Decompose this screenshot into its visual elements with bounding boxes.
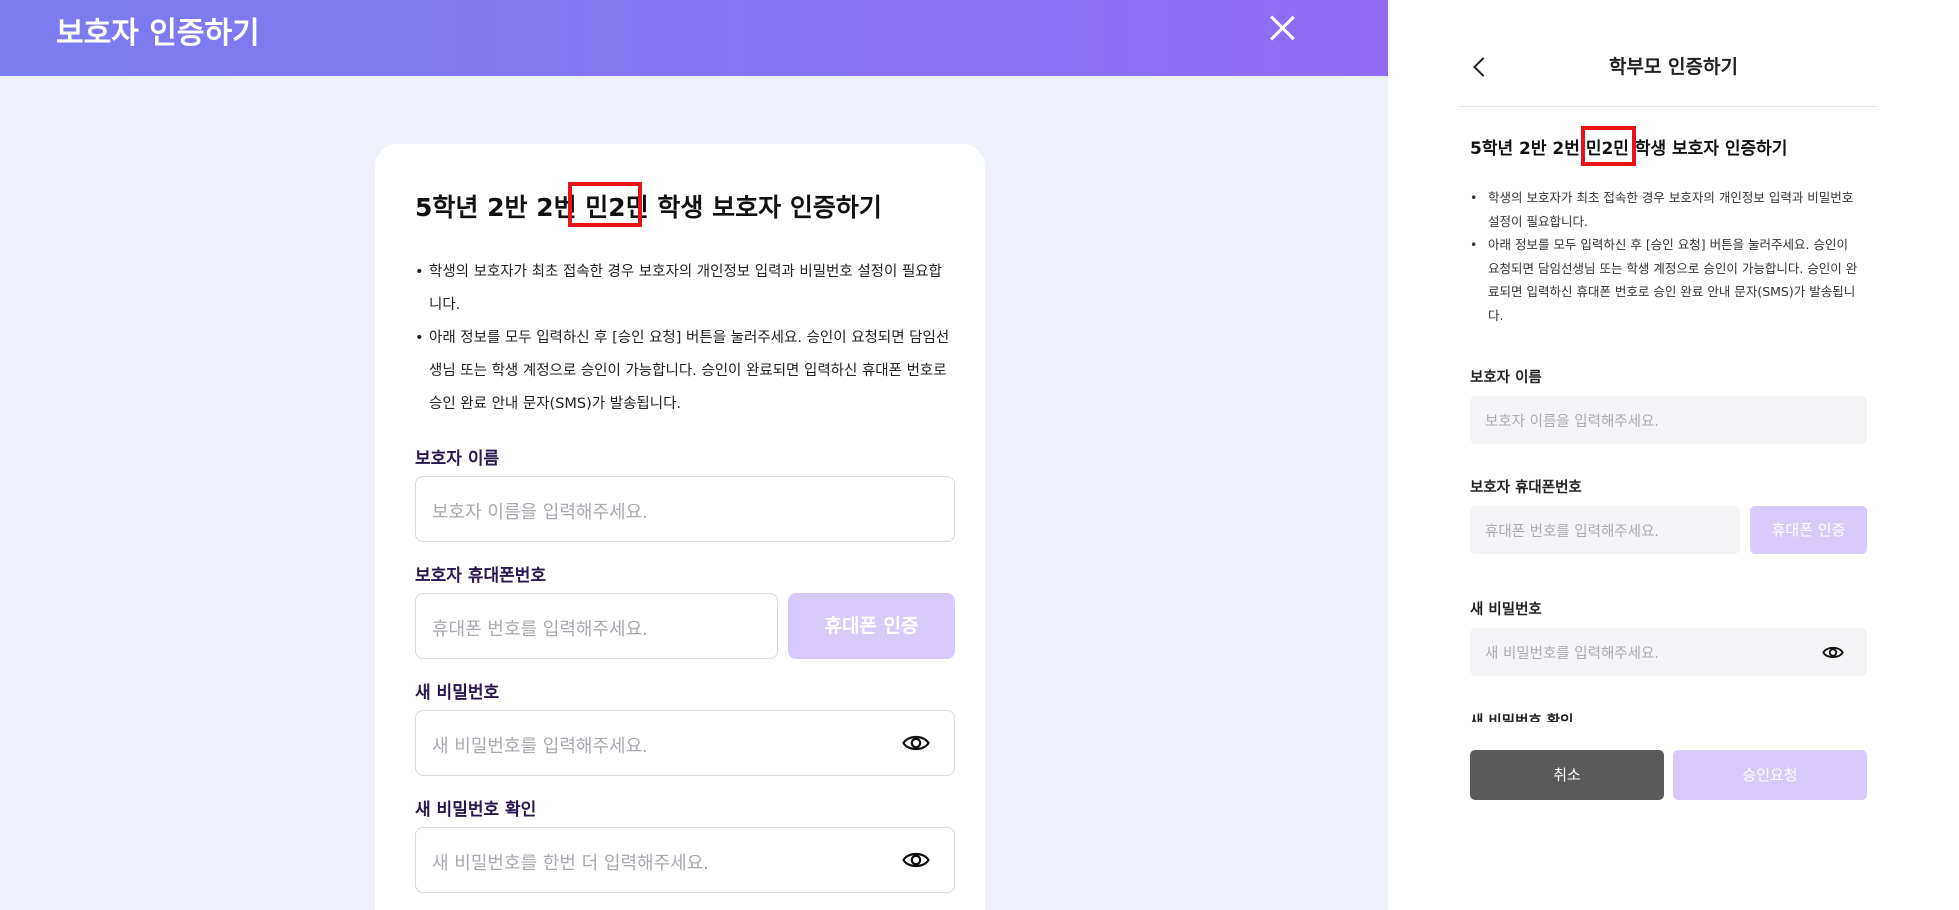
mobile-guardian-name-label: 보호자 이름 xyxy=(1470,370,1542,386)
notice-item: 학생의 보호자가 최초 접속한 경우 보호자의 개인정보 입력과 비밀번호 설정… xyxy=(415,256,955,322)
mobile-new-password-label: 새 비밀번호 xyxy=(1470,602,1542,618)
mobile-title-prefix: 5학년 2반 2번 xyxy=(1470,139,1586,159)
approval-request-button[interactable]: 승인요청 xyxy=(1673,750,1867,800)
card-title: 5학년 2반 2번 민2민 학생 보호자 인증하기 xyxy=(415,188,882,224)
notice-item: 아래 정보를 모두 입력하신 후 [승인 요청] 버튼을 눌러주세요. 승인이 … xyxy=(415,322,955,421)
card-title-prefix: 5학년 2반 2번 xyxy=(415,193,586,222)
confirm-password-placeholder: 새 비밀번호를 한번 더 입력해주세요. xyxy=(432,853,710,874)
close-icon[interactable] xyxy=(1266,12,1298,44)
guardian-phone-input[interactable]: 휴대폰 번호를 입력해주세요. xyxy=(415,593,778,659)
phone-auth-button[interactable]: 휴대폰 인증 xyxy=(788,593,955,659)
mobile-guardian-phone-placeholder: 휴대폰 번호를 입력해주세요. xyxy=(1485,524,1659,540)
new-password-placeholder: 새 비밀번호를 입력해주세요. xyxy=(432,736,648,757)
notice-list: 학생의 보호자가 최초 접속한 경우 보호자의 개인정보 입력과 비밀번호 설정… xyxy=(415,256,955,421)
cancel-button[interactable]: 취소 xyxy=(1470,750,1664,800)
mobile-view: 학부모 인증하기 5학년 2반 2번 민2민 학생 보호자 인증하기 학생의 보… xyxy=(1388,0,1959,910)
mobile-confirm-password-label: 새 비밀번호 확인 xyxy=(1470,714,1574,722)
mobile-new-password-input[interactable]: 새 비밀번호를 입력해주세요. xyxy=(1470,628,1867,676)
guardian-name-label: 보호자 이름 xyxy=(415,449,500,469)
verification-card: 5학년 2반 2번 민2민 학생 보호자 인증하기 학생의 보호자가 최초 접속… xyxy=(375,144,985,910)
mobile-title-suffix: 학생 보호자 인증하기 xyxy=(1628,139,1788,159)
notice-item: 학생의 보호자가 최초 접속한 경우 보호자의 개인정보 입력과 비밀번호 설정… xyxy=(1470,186,1862,233)
guardian-phone-placeholder: 휴대폰 번호를 입력해주세요. xyxy=(432,619,648,640)
mobile-guardian-phone-input[interactable]: 휴대폰 번호를 입력해주세요. xyxy=(1470,506,1740,554)
eye-icon[interactable] xyxy=(902,849,930,871)
modal-title: 보호자 인증하기 xyxy=(56,16,260,51)
new-password-input[interactable]: 새 비밀번호를 입력해주세요. xyxy=(415,710,955,776)
guardian-phone-label: 보호자 휴대폰번호 xyxy=(415,566,547,586)
eye-icon[interactable] xyxy=(902,732,930,754)
card-title-suffix: 학생 보호자 인증하기 xyxy=(648,193,882,222)
notice-item: 아래 정보를 모두 입력하신 후 [승인 요청] 버튼을 눌러주세요. 승인이 … xyxy=(1470,233,1862,327)
mobile-header-title: 학부모 인증하기 xyxy=(1609,56,1738,78)
guardian-name-input[interactable]: 보호자 이름을 입력해주세요. xyxy=(415,476,955,542)
mobile-phone-auth-button[interactable]: 휴대폰 인증 xyxy=(1750,506,1867,554)
new-password-label: 새 비밀번호 xyxy=(415,683,500,703)
header-divider xyxy=(1458,106,1878,107)
confirm-password-label: 새 비밀번호 확인 xyxy=(415,800,537,820)
desktop-view: 보호자 인증하기 5학년 2반 2번 민2민 학생 보호자 인증하기 학생의 보… xyxy=(0,0,1388,910)
guardian-name-placeholder: 보호자 이름을 입력해주세요. xyxy=(432,502,648,523)
mobile-guardian-name-placeholder: 보호자 이름을 입력해주세요. xyxy=(1485,414,1659,430)
mobile-student-name-highlight xyxy=(1581,126,1636,166)
mobile-new-password-placeholder: 새 비밀번호를 입력해주세요. xyxy=(1485,646,1659,662)
eye-icon[interactable] xyxy=(1822,644,1844,661)
student-name-highlight xyxy=(568,182,642,227)
mobile-confirm-password-label-clipped: 새 비밀번호 확인 xyxy=(1470,708,1870,722)
confirm-password-input[interactable]: 새 비밀번호를 한번 더 입력해주세요. xyxy=(415,827,955,893)
mobile-notice-list: 학생의 보호자가 최초 접속한 경우 보호자의 개인정보 입력과 비밀번호 설정… xyxy=(1470,186,1862,327)
mobile-guardian-phone-label: 보호자 휴대폰번호 xyxy=(1470,480,1582,496)
mobile-guardian-name-input[interactable]: 보호자 이름을 입력해주세요. xyxy=(1470,396,1867,444)
modal-header: 보호자 인증하기 xyxy=(0,0,1388,76)
